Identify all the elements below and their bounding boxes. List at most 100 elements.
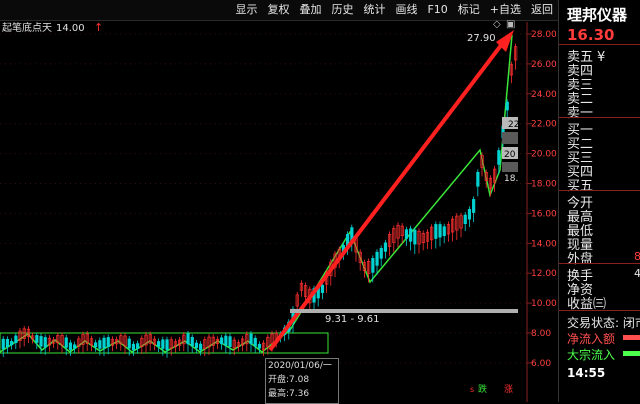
bottom-mark-s: s xyxy=(470,385,474,394)
price-tick-label: 12.00 xyxy=(531,269,557,279)
candle-body xyxy=(463,214,467,225)
candle-body xyxy=(35,335,39,343)
currency-icon: ¥ xyxy=(597,50,606,65)
price-tick-label: 24.00 xyxy=(531,90,557,100)
candle-body xyxy=(106,337,110,348)
candle-body xyxy=(472,199,476,213)
outer-value-partial: 8 xyxy=(634,250,640,263)
toolbar-back-button[interactable]: 返回 xyxy=(526,2,558,18)
price-tick-label: 20.00 xyxy=(531,150,557,160)
stock-name: 理邦仪器 xyxy=(567,6,628,24)
toolbar-f10-button[interactable]: F10 xyxy=(422,2,452,18)
indicator-mark-icon: ↑ xyxy=(94,21,103,34)
candle-body xyxy=(434,224,438,239)
toolbar-display-button[interactable]: 显示 xyxy=(230,2,262,18)
candle-body xyxy=(39,336,43,347)
toolbar-adjust-button[interactable]: 复权 xyxy=(262,2,294,18)
candle-body xyxy=(73,344,77,349)
quote-panel: 理邦仪器 16.30 卖五 ¥ 卖四 卖三 卖二 卖一 买一 买二 买三 买四 买… xyxy=(558,0,640,402)
tooltip-high: 最高:7.36 xyxy=(268,389,310,399)
candle-body xyxy=(136,343,140,349)
candle-tooltip: 2020/01/06/一 开盘:7.08 最高:7.36 xyxy=(265,358,339,404)
peak-diamond-icon: ◇ xyxy=(493,20,501,30)
panel-divider xyxy=(559,310,640,311)
bottom-flag-up: 涨 xyxy=(504,384,513,395)
candle-body xyxy=(467,208,472,220)
candle-body xyxy=(438,224,442,238)
peak-label: 27.90 xyxy=(467,33,496,44)
current-price: 16.30 xyxy=(567,26,615,44)
candle-body xyxy=(94,342,98,348)
book-marker-gap xyxy=(502,132,518,144)
zigzag-trend-line xyxy=(0,34,513,353)
candle-body xyxy=(190,337,194,347)
price-tick-label: 10.00 xyxy=(531,299,557,309)
candle-body xyxy=(253,337,257,347)
candle-body xyxy=(375,251,379,266)
tooltip-open: 开盘:7.08 xyxy=(268,375,310,385)
candle-body xyxy=(102,337,106,349)
price-axis-ticks: 28.00 26.00 24.00 22.00 20.00 18.00 16.00 14.00… xyxy=(527,30,557,369)
peak-box-icon: ▣ xyxy=(506,20,515,30)
candle-body xyxy=(14,335,18,344)
candle-body xyxy=(10,340,14,346)
book-price-markers: 22 20 18. xyxy=(502,117,519,184)
range-band xyxy=(290,309,518,313)
book-label-20: 20 xyxy=(504,150,516,160)
candle-body xyxy=(383,242,388,252)
candle-body xyxy=(257,344,262,349)
candle-body xyxy=(161,339,165,349)
candle-body xyxy=(442,226,446,237)
candle-body xyxy=(505,101,509,111)
toolbar-history-button[interactable]: 历史 xyxy=(326,2,358,18)
candle-body xyxy=(64,337,68,348)
kline-chart[interactable]: 起笔底点天 14.00 ↑ 9.31 - 9.61 27.90 ◇ ▣ 22 2… xyxy=(0,20,558,402)
toolbar-add-watch-button[interactable]: +自选 xyxy=(485,2,526,18)
candle-body xyxy=(404,229,409,239)
candle-body xyxy=(1,338,5,350)
price-tick-label: 16.00 xyxy=(531,209,557,219)
candle-body xyxy=(131,343,136,351)
candle-body xyxy=(371,258,375,273)
candle-body xyxy=(43,337,47,348)
quote-time: 14:55 xyxy=(567,366,606,380)
tooltip-date: 2020/01/06/一 xyxy=(268,361,332,371)
price-tick-label: 28.00 xyxy=(531,30,557,40)
net-inflow-label: 净流入额 xyxy=(567,332,616,346)
toolbar-stats-button[interactable]: 统计 xyxy=(358,2,390,18)
price-tick-label: 22.00 xyxy=(531,120,557,130)
indicator-label: 起笔底点天 xyxy=(2,21,52,34)
candle-body xyxy=(224,335,228,346)
trend-arrow xyxy=(268,42,504,352)
candle-body xyxy=(409,228,413,242)
candle-body xyxy=(228,336,232,347)
price-tick-label: 26.00 xyxy=(531,60,557,70)
book-marker-19 xyxy=(502,162,518,172)
toolbar-mark-button[interactable]: 标记 xyxy=(453,2,485,18)
toolbar-draw-button[interactable]: 画线 xyxy=(390,2,422,18)
panel-divider xyxy=(559,190,640,191)
panel-divider xyxy=(559,44,640,45)
chart-grid xyxy=(0,33,527,364)
candle-body xyxy=(379,248,383,259)
candle-body xyxy=(220,337,224,345)
candle-body xyxy=(199,343,203,351)
toolbar-items: 显示 复权 叠加 历史 统计 画线 F10 标记 +自选 返回 xyxy=(230,2,558,18)
candle-body xyxy=(127,338,131,349)
candle-body xyxy=(194,342,199,349)
net-inflow-bar xyxy=(623,335,640,340)
candle-body xyxy=(165,339,169,351)
turnover-value-partial: 4 xyxy=(634,267,640,280)
block-inflow-bar xyxy=(623,351,640,356)
candle-body xyxy=(98,340,102,349)
range-label: 9.31 - 9.61 xyxy=(325,314,380,325)
price-tick-label: 18.00 xyxy=(531,180,557,190)
candle-body xyxy=(68,342,73,350)
book-label-18: 18. xyxy=(504,174,518,184)
candle-body xyxy=(157,341,161,347)
panel-divider xyxy=(559,263,640,264)
candle-body xyxy=(497,150,501,165)
price-tick-label: 8.00 xyxy=(531,329,551,339)
toolbar-overlay-button[interactable]: 叠加 xyxy=(294,2,326,18)
price-tick-label: 6.00 xyxy=(531,359,551,369)
